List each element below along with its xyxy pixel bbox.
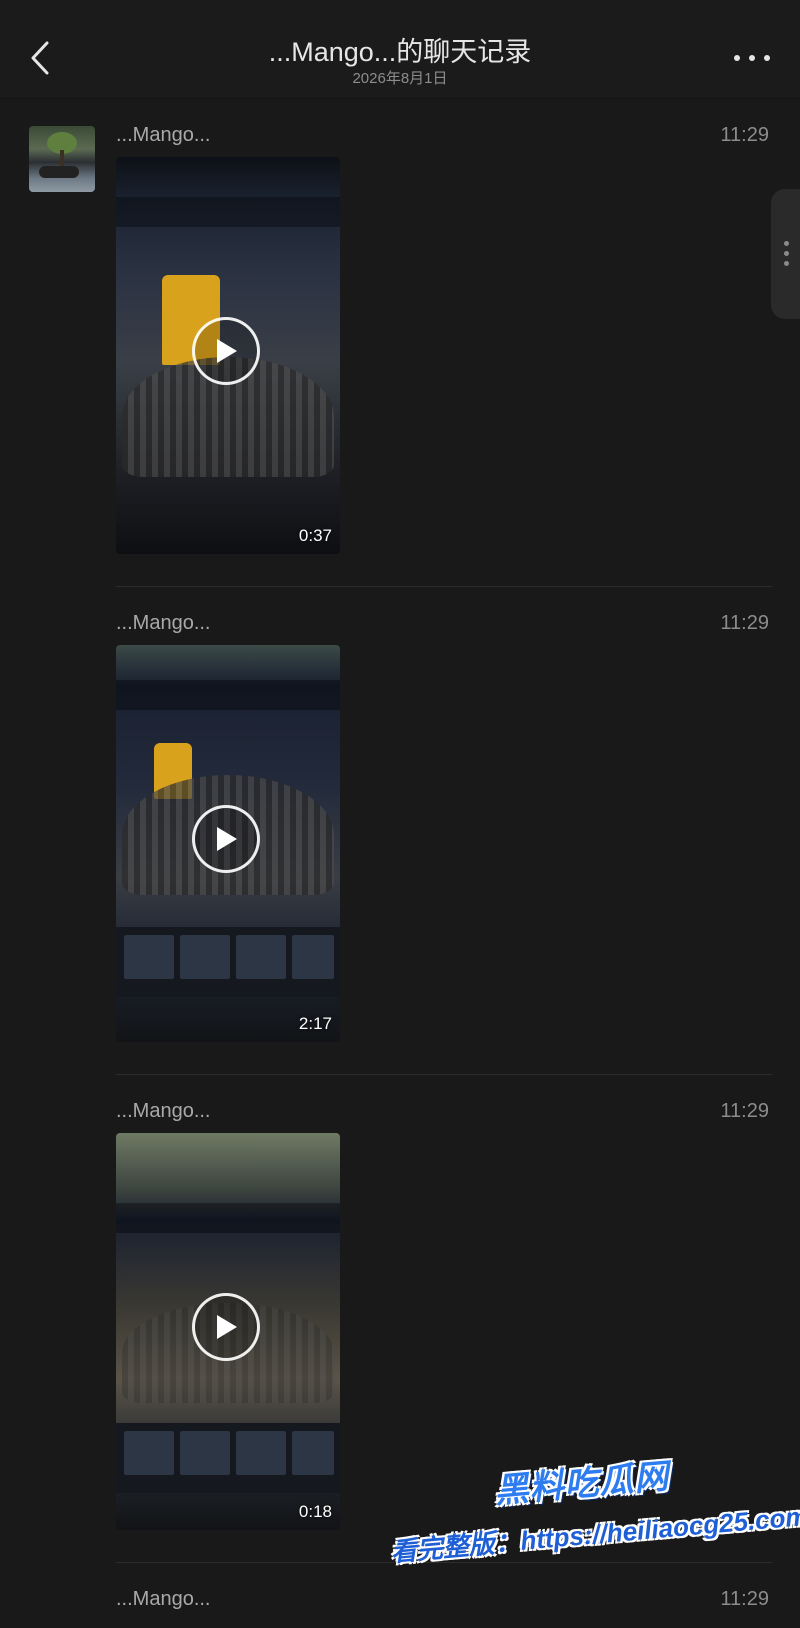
sender-name: ...Mango... xyxy=(116,124,211,146)
play-icon xyxy=(217,339,237,363)
video-duration: 2:17 xyxy=(298,1014,332,1033)
video-thumbnail[interactable]: 0:37 xyxy=(116,157,340,554)
play-button[interactable] xyxy=(192,805,260,873)
more-horizontal-icon xyxy=(734,55,740,61)
video-thumbnail[interactable]: 0:18 xyxy=(116,1133,340,1530)
message-divider xyxy=(116,586,772,587)
message-time: 11:29 xyxy=(720,612,769,634)
play-button[interactable] xyxy=(192,317,260,385)
video-duration: 0:18 xyxy=(298,1502,332,1521)
page-subtitle-date: 2026年8月1日 xyxy=(352,70,448,87)
watermark-url: 看完整版：https://heiliaocg25.com xyxy=(389,1500,800,1568)
play-icon xyxy=(217,1315,237,1339)
page-title: ...Mango...的聊天记录 xyxy=(268,37,532,67)
message-time: 11:29 xyxy=(720,124,769,146)
avatar[interactable] xyxy=(29,126,95,192)
watermark: 黑料吃瓜网 看完整版：https://heiliaocg25.com xyxy=(390,1450,800,1580)
sender-name: ...Mango... xyxy=(116,1100,211,1122)
chat-message: ...Mango... 11:29 2:17 xyxy=(116,612,772,1052)
sender-name: ...Mango... xyxy=(116,612,211,634)
message-time: 11:29 xyxy=(720,1100,769,1122)
chat-message: ...Mango... 11:29 0:37 xyxy=(116,124,772,564)
video-thumbnail[interactable]: 2:17 xyxy=(116,645,340,1042)
side-drag-handle[interactable] xyxy=(771,189,800,319)
watermark-title: 黑料吃瓜网 xyxy=(492,1457,671,1511)
more-options-button[interactable] xyxy=(734,50,770,66)
play-button[interactable] xyxy=(192,1293,260,1361)
video-duration: 0:37 xyxy=(298,526,332,545)
navigation-bar: ...Mango...的聊天记录 2026年8月1日 xyxy=(0,0,800,99)
message-divider xyxy=(116,1074,772,1075)
play-icon xyxy=(217,827,237,851)
chat-message: ...Mango... 11:29 xyxy=(116,1588,772,1628)
